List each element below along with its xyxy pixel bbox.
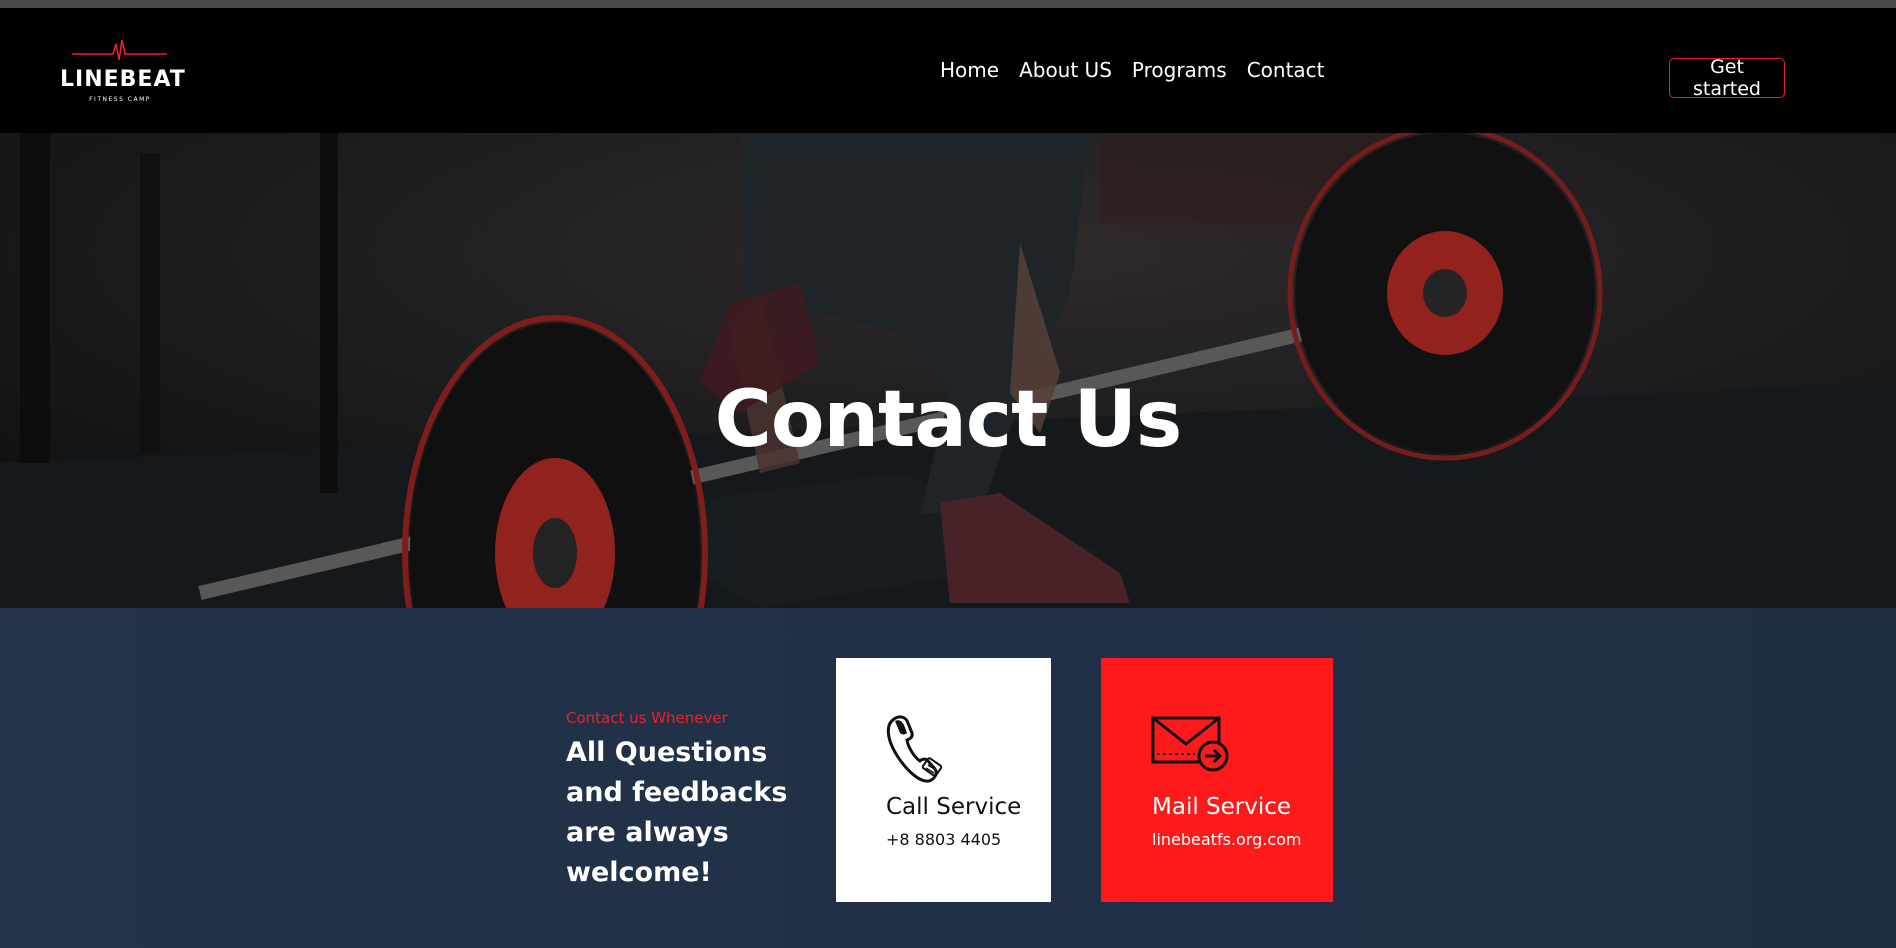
mail-icon [1151, 716, 1229, 772]
heartbeat-icon [72, 39, 167, 61]
mail-service-title: Mail Service [1152, 794, 1292, 820]
nav-item-home[interactable]: Home [940, 58, 999, 82]
call-service-card[interactable]: Call Service +8 8803 4405 [836, 658, 1051, 902]
mail-service-card[interactable]: Mail Service linebeatfs.org.com [1101, 658, 1333, 902]
site-header: LINEBEAT FITNESS CAMP Home About US Prog… [0, 8, 1896, 133]
brand-tagline: FITNESS CAMP [89, 96, 151, 103]
contact-kicker: Contact us Whenever [566, 709, 728, 727]
phone-icon [886, 715, 943, 783]
contact-intro: Contact us Whenever All Questions and fe… [566, 709, 806, 893]
brand-logo[interactable]: LINEBEAT FITNESS CAMP [60, 34, 186, 114]
page-title: Contact Us [714, 375, 1183, 466]
main-nav: Home About US Programs Contact [940, 58, 1325, 82]
nav-item-contact[interactable]: Contact [1247, 58, 1325, 82]
get-started-button[interactable]: Get started [1669, 56, 1785, 100]
hero-banner: Contact Us [0, 133, 1896, 608]
call-service-number[interactable]: +8 8803 4405 [886, 830, 1001, 849]
mail-service-address[interactable]: linebeatfs.org.com [1152, 830, 1302, 849]
nav-item-programs[interactable]: Programs [1132, 58, 1227, 82]
contact-section: Contact us Whenever All Questions and fe… [0, 608, 1896, 948]
nav-item-about[interactable]: About US [1019, 58, 1112, 82]
contact-headline: All Questions and feedbacks are always w… [566, 737, 788, 888]
brand-name: LINEBEAT [60, 67, 186, 92]
hero-background-image [0, 133, 1896, 608]
call-service-title: Call Service [886, 794, 1022, 820]
browser-top-strip [0, 0, 1896, 8]
